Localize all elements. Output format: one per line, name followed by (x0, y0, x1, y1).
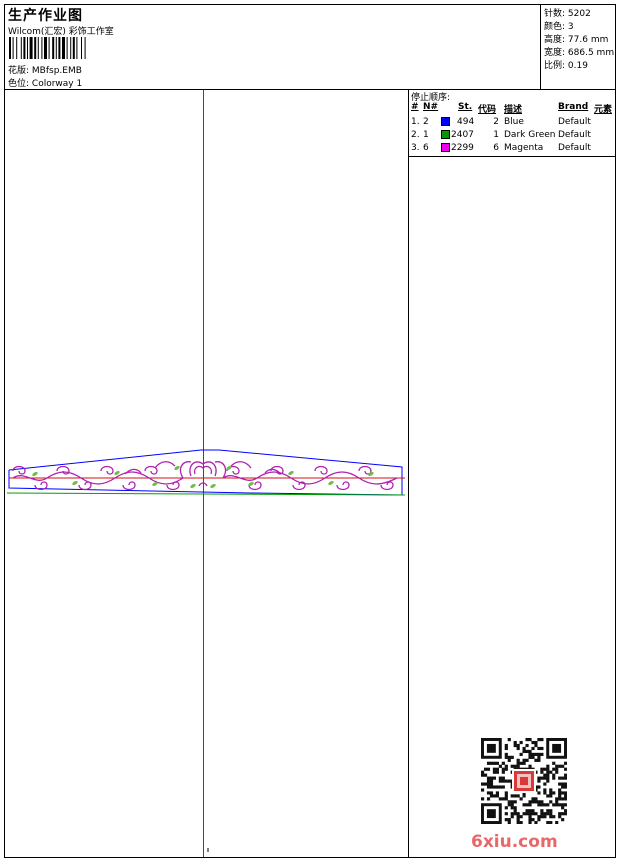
barcode-icon (9, 37, 86, 59)
design-value: MBfsp.EMB (31, 66, 82, 76)
row-needle: 1 (423, 130, 429, 140)
color-swatch (441, 130, 450, 139)
row-stitches: 494 (457, 117, 475, 127)
header-info: 生产作业图 Wilcom(汇宏) 彩饰工作室 花版: MBfsp.EMB 色位:… (5, 5, 541, 89)
stat-value: 0.19 (567, 61, 588, 71)
stat-scale: 比例: 0.19 (544, 58, 588, 71)
stat-value: 686.5 mm (567, 48, 615, 58)
col-header-brand: Brand (558, 102, 589, 112)
row-stitches: 2299 (451, 143, 474, 153)
stop-sequence-table: 停止顺序: # N# St. 代码 描述 Brand 元素 1. 2 494 2… (409, 90, 615, 157)
colorway-value: Colorway 1 (31, 79, 83, 89)
color-swatch (441, 143, 450, 152)
embroidery-preview (6, 90, 406, 857)
col-header-stitches: St. (458, 102, 473, 112)
stat-label: 宽度: (544, 48, 566, 58)
row-needle: 2 (423, 117, 429, 127)
qr-code-icon (481, 738, 567, 824)
design-stats: 针数: 5202 颜色: 3 高度: 77.6 mm 宽度: 686.5 mm … (542, 5, 615, 89)
row-brand: Default (558, 117, 591, 127)
design-label: 花版: (8, 66, 30, 76)
row-brand: Default (558, 130, 591, 140)
row-code: 1 (493, 130, 499, 140)
stat-value: 5202 (567, 9, 591, 19)
row-index: 3. (411, 143, 420, 153)
stat-colors: 颜色: 3 (544, 19, 574, 32)
colorway-label: 色位: (8, 79, 30, 89)
stat-value: 77.6 mm (567, 35, 609, 45)
design-file: 花版: MBfsp.EMB (8, 63, 82, 76)
side-panel: 停止顺序: # N# St. 代码 描述 Brand 元素 1. 2 494 2… (408, 90, 615, 857)
row-brand: Default (558, 143, 591, 153)
worksheet-header: 生产作业图 Wilcom(汇宏) 彩饰工作室 花版: MBfsp.EMB 色位:… (5, 5, 615, 90)
col-header-index: # (411, 102, 419, 112)
row-description: Magenta (504, 143, 544, 153)
col-header-element: 元素 (594, 105, 613, 115)
stat-label: 针数: (544, 9, 566, 19)
row-index: 2. (411, 130, 420, 140)
col-header-description: 描述 (504, 105, 523, 115)
stat-stitches: 针数: 5202 (544, 6, 591, 19)
stat-label: 比例: (544, 61, 566, 71)
stat-label: 高度: (544, 35, 566, 45)
stat-value: 3 (567, 22, 574, 32)
row-description: Dark Green (504, 130, 556, 140)
col-header-needle: N# (423, 102, 439, 112)
colorway: 色位: Colorway 1 (8, 76, 82, 89)
page-title: 生产作业图 (8, 8, 83, 24)
design-preview (5, 90, 408, 857)
row-code: 6 (493, 143, 499, 153)
row-description: Blue (504, 117, 524, 127)
production-worksheet: 生产作业图 Wilcom(汇宏) 彩饰工作室 花版: MBfsp.EMB 色位:… (4, 4, 616, 858)
stat-label: 颜色: (544, 22, 566, 32)
row-needle: 6 (423, 143, 429, 153)
col-header-code: 代码 (478, 105, 497, 115)
color-swatch (441, 117, 450, 126)
row-stitches: 2407 (451, 130, 474, 140)
row-code: 2 (493, 117, 499, 127)
studio-name: Wilcom(汇宏) 彩饰工作室 (8, 27, 114, 37)
stat-width: 宽度: 686.5 mm (544, 45, 614, 58)
row-index: 1. (411, 117, 420, 127)
stat-height: 高度: 77.6 mm (544, 32, 608, 45)
watermark-logo: 6xiu.com (471, 832, 558, 852)
